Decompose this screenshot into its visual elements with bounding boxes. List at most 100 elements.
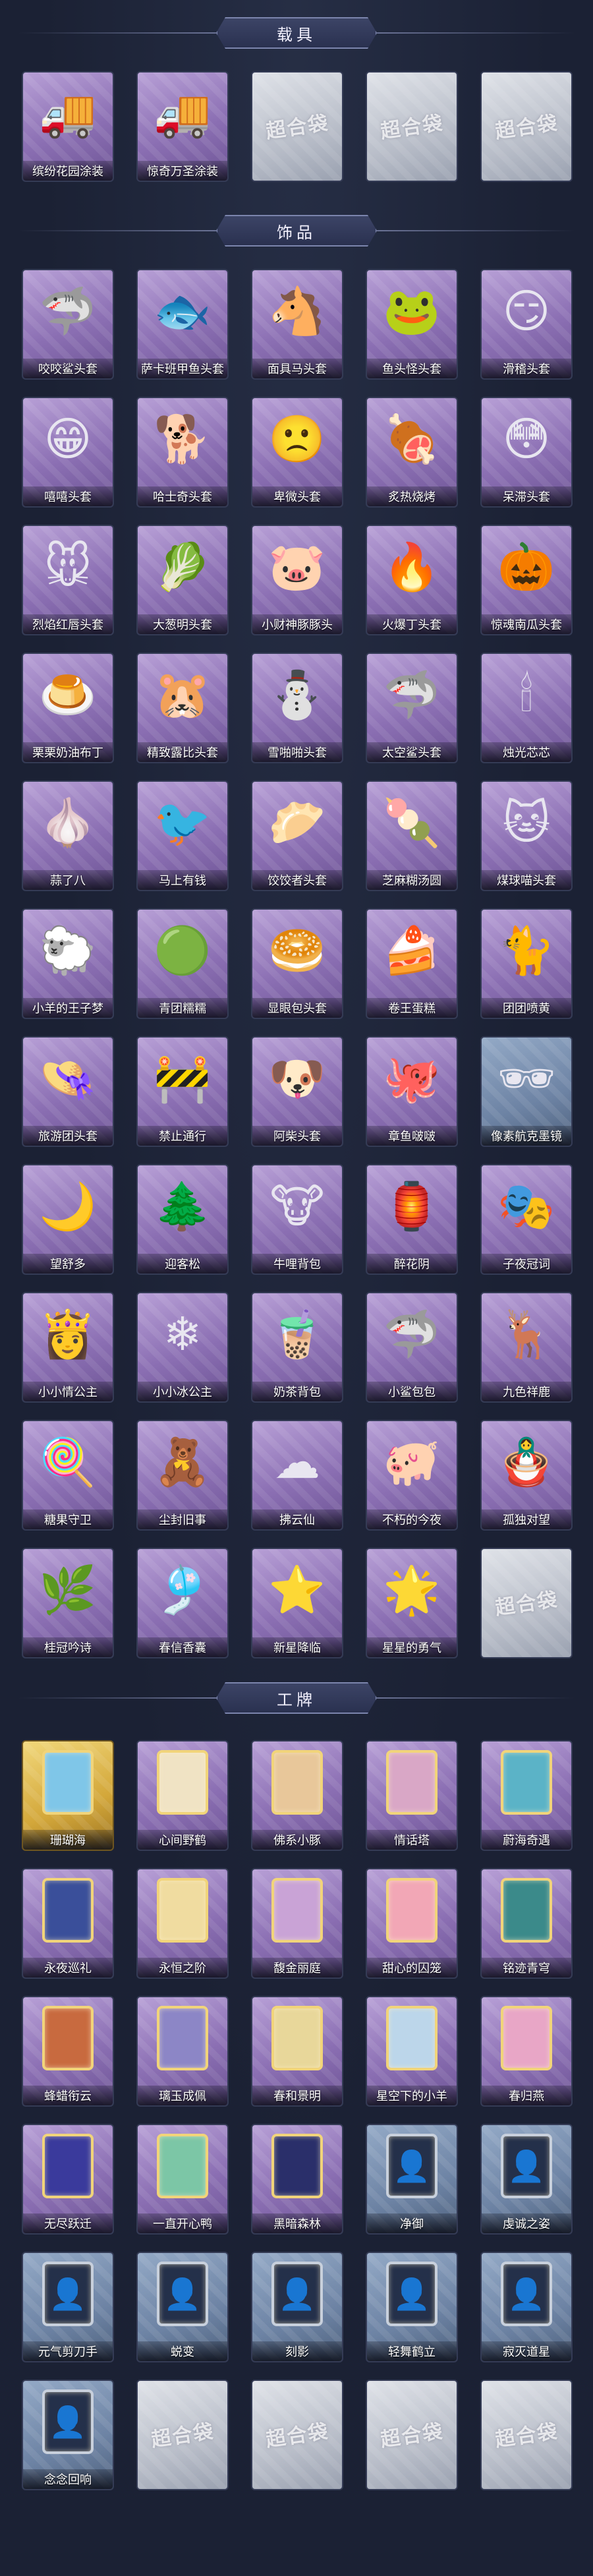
item-tile[interactable]: 🦈 太空鲨头套 bbox=[366, 653, 458, 763]
item-label: 尘封旧事 bbox=[138, 1509, 227, 1529]
item-tile[interactable]: ❄ 小小冰公主 bbox=[136, 1292, 229, 1403]
empty-slot[interactable]: 超合袋 bbox=[136, 2380, 229, 2490]
item-tile[interactable]: 🚧 禁止通行 bbox=[136, 1036, 229, 1147]
item-tile[interactable]: 🐹 精致露比头套 bbox=[136, 653, 229, 763]
item-tile[interactable]: 馥金丽庭 bbox=[251, 1868, 343, 1979]
item-tile[interactable]: 🦈 小鲨包包 bbox=[366, 1292, 458, 1403]
item-tile[interactable]: 🍭 糖果守卫 bbox=[22, 1420, 114, 1531]
item-tile[interactable]: 🌿 桂冠吟诗 bbox=[22, 1548, 114, 1658]
item-tile[interactable]: ☁ 拂云仙 bbox=[251, 1420, 343, 1531]
item-tile[interactable]: 😳 呆滞头套 bbox=[480, 397, 573, 508]
item-tile[interactable]: 🙁 卑微头套 bbox=[251, 397, 343, 508]
item-tile[interactable]: 璃玉成佩 bbox=[136, 1996, 229, 2107]
item-tile[interactable]: 🦈 咬咬鲨头套 bbox=[22, 269, 114, 380]
item-tile[interactable]: 🐦 马上有钱 bbox=[136, 780, 229, 891]
item-tile[interactable]: 🥯 显眼包头套 bbox=[251, 908, 343, 1019]
item-tile[interactable]: 佛系小豚 bbox=[251, 1740, 343, 1851]
item-label: 烛光芯芯 bbox=[482, 742, 571, 762]
item-tile[interactable]: 🐶 阿柴头套 bbox=[251, 1036, 343, 1147]
item-tile[interactable]: 春归燕 bbox=[480, 1996, 573, 2107]
traffic-cone-icon: 🚧 bbox=[154, 1051, 212, 1105]
item-tile[interactable]: 🧋 奶茶背包 bbox=[251, 1292, 343, 1403]
item-tile[interactable]: 👤 寂灭道星 bbox=[480, 2252, 573, 2362]
item-tile[interactable]: 黑暗森林 bbox=[251, 2124, 343, 2235]
item-tile[interactable]: 👒 旅游团头套 bbox=[22, 1036, 114, 1147]
item-tile[interactable]: 🍰 卷王蛋糕 bbox=[366, 908, 458, 1019]
item-tile[interactable]: 珊瑚海 bbox=[22, 1740, 114, 1851]
item-tile[interactable]: 🍡 芝麻糊汤圆 bbox=[366, 780, 458, 891]
item-tile[interactable]: 星空下的小羊 bbox=[366, 1996, 458, 2107]
item-tile[interactable]: 🦌 九色祥鹿 bbox=[480, 1292, 573, 1403]
item-tile[interactable]: 🟢 青团糯糯 bbox=[136, 908, 229, 1019]
empty-slot[interactable]: 超合袋 bbox=[366, 71, 458, 182]
item-tile[interactable]: 🏮 醉花阴 bbox=[366, 1164, 458, 1275]
item-tile[interactable]: 😁 嘻嘻头套 bbox=[22, 397, 114, 508]
item-tile[interactable]: 一直开心鸭 bbox=[136, 2124, 229, 2235]
item-tile[interactable]: 🚚 惊奇万圣涂装 bbox=[136, 71, 229, 182]
item-tile[interactable]: 蔚海奇遇 bbox=[480, 1740, 573, 1851]
item-tile[interactable]: 🪆 孤独对望 bbox=[480, 1420, 573, 1531]
item-tile[interactable]: 🐙 章鱼啵啵 bbox=[366, 1036, 458, 1147]
item-label: 璃玉成佩 bbox=[138, 2086, 227, 2105]
item-tile[interactable]: ⭐ 新星降临 bbox=[251, 1548, 343, 1658]
item-tile[interactable]: 🐑 小羊的王子梦 bbox=[22, 908, 114, 1019]
item-label: 滑稽头套 bbox=[482, 359, 571, 378]
item-tile[interactable]: 👤 刻影 bbox=[251, 2252, 343, 2362]
item-tile[interactable]: ⛄ 雪啪啪头套 bbox=[251, 653, 343, 763]
item-tile[interactable]: 永夜巡礼 bbox=[22, 1868, 114, 1979]
empty-slot[interactable]: 超合袋 bbox=[480, 1548, 573, 1658]
item-tile[interactable]: 🐱 煤球喵头套 bbox=[480, 780, 573, 891]
item-tile[interactable]: 甜心的囚笼 bbox=[366, 1868, 458, 1979]
item-tile[interactable]: 心间野鹤 bbox=[136, 1740, 229, 1851]
item-tile[interactable]: 🐟 萨卡班甲鱼头套 bbox=[136, 269, 229, 380]
item-tile[interactable]: 🕶 像素航克墨镜 bbox=[480, 1036, 573, 1147]
empty-slot[interactable]: 超合袋 bbox=[251, 2380, 343, 2490]
item-tile[interactable]: 情话塔 bbox=[366, 1740, 458, 1851]
item-tile[interactable]: 🎐 春信香囊 bbox=[136, 1548, 229, 1658]
item-tile[interactable]: 🐈 团团喷黄 bbox=[480, 908, 573, 1019]
item-label: 春归燕 bbox=[482, 2086, 571, 2105]
item-tile[interactable]: 🌲 迎客松 bbox=[136, 1164, 229, 1275]
item-tile[interactable]: 👸 小小情公主 bbox=[22, 1292, 114, 1403]
item-tile[interactable]: 🥟 饺饺者头套 bbox=[251, 780, 343, 891]
item-tile[interactable]: 🧸 尘封旧事 bbox=[136, 1420, 229, 1531]
item-tile[interactable]: 🌙 望舒多 bbox=[22, 1164, 114, 1275]
item-tile[interactable]: 🧄 蒜了八 bbox=[22, 780, 114, 891]
item-tile[interactable]: 🎃 惊魂南瓜头套 bbox=[480, 525, 573, 635]
item-tile[interactable]: 🐭 烈焰红唇头套 bbox=[22, 525, 114, 635]
item-tile[interactable]: 🔥 火爆丁头套 bbox=[366, 525, 458, 635]
item-tile[interactable]: 👤 净御 bbox=[366, 2124, 458, 2235]
item-tile[interactable]: 👤 轻舞鹤立 bbox=[366, 2252, 458, 2362]
item-tile[interactable]: 👤 念念回响 bbox=[22, 2380, 114, 2490]
item-tile[interactable]: 🍮 栗栗奶油布丁 bbox=[22, 653, 114, 763]
pikachu-head-icon: 🐭 bbox=[43, 540, 92, 594]
item-tile[interactable]: 👤 虔诚之姿 bbox=[480, 2124, 573, 2235]
accessory-grid: 🦈 咬咬鲨头套 🐟 萨卡班甲鱼头套 🐴 面具马头套 🐸 鱼头怪头套 😏 滑稽头套 😁 嘻嘻头套 🐕 哈士奇… bbox=[0, 269, 593, 1676]
item-tile[interactable]: 🍖 炙热烧烤 bbox=[366, 397, 458, 508]
item-tile[interactable]: 铭迹青穹 bbox=[480, 1868, 573, 1979]
item-tile[interactable]: 🐕 哈士奇头套 bbox=[136, 397, 229, 508]
item-tile[interactable]: 🕯 烛光芯芯 bbox=[480, 653, 573, 763]
item-tile[interactable]: 🐴 面具马头套 bbox=[251, 269, 343, 380]
item-tile[interactable]: 无尽跃迁 bbox=[22, 2124, 114, 2235]
item-tile[interactable]: 😏 滑稽头套 bbox=[480, 269, 573, 380]
item-tile[interactable]: 春和景明 bbox=[251, 1996, 343, 2107]
item-tile[interactable]: 🥬 大葱明头套 bbox=[136, 525, 229, 635]
empty-slot[interactable]: 超合袋 bbox=[366, 2380, 458, 2490]
empty-slot[interactable]: 超合袋 bbox=[480, 71, 573, 182]
item-tile[interactable]: 🚚 缤纷花园涂装 bbox=[22, 71, 114, 182]
item-tile[interactable]: 👤 元气剪刀手 bbox=[22, 2252, 114, 2362]
item-tile[interactable]: 🌟 星星的勇气 bbox=[366, 1548, 458, 1658]
vehicle-grid: 🚚 缤纷花园涂装 🚚 惊奇万圣涂装 超合袋 超合袋 超合袋 bbox=[0, 71, 593, 199]
item-tile[interactable]: 🐸 鱼头怪头套 bbox=[366, 269, 458, 380]
item-tile[interactable]: 蜂蜡衔云 bbox=[22, 1996, 114, 2107]
empty-slot[interactable]: 超合袋 bbox=[480, 2380, 573, 2490]
empty-slot[interactable]: 超合袋 bbox=[251, 71, 343, 182]
item-tile[interactable]: 🐖 不朽的今夜 bbox=[366, 1420, 458, 1531]
item-tile[interactable]: 🐷 小财神豚豚头 bbox=[251, 525, 343, 635]
item-tile[interactable]: 🎭 子夜冠词 bbox=[480, 1164, 573, 1275]
item-tile[interactable]: 👤 蜕变 bbox=[136, 2252, 229, 2362]
item-tile[interactable]: 🐮 牛哩背包 bbox=[251, 1164, 343, 1275]
item-tile[interactable]: 永恒之阶 bbox=[136, 1868, 229, 1979]
item-label: 孤独对望 bbox=[482, 1509, 571, 1529]
